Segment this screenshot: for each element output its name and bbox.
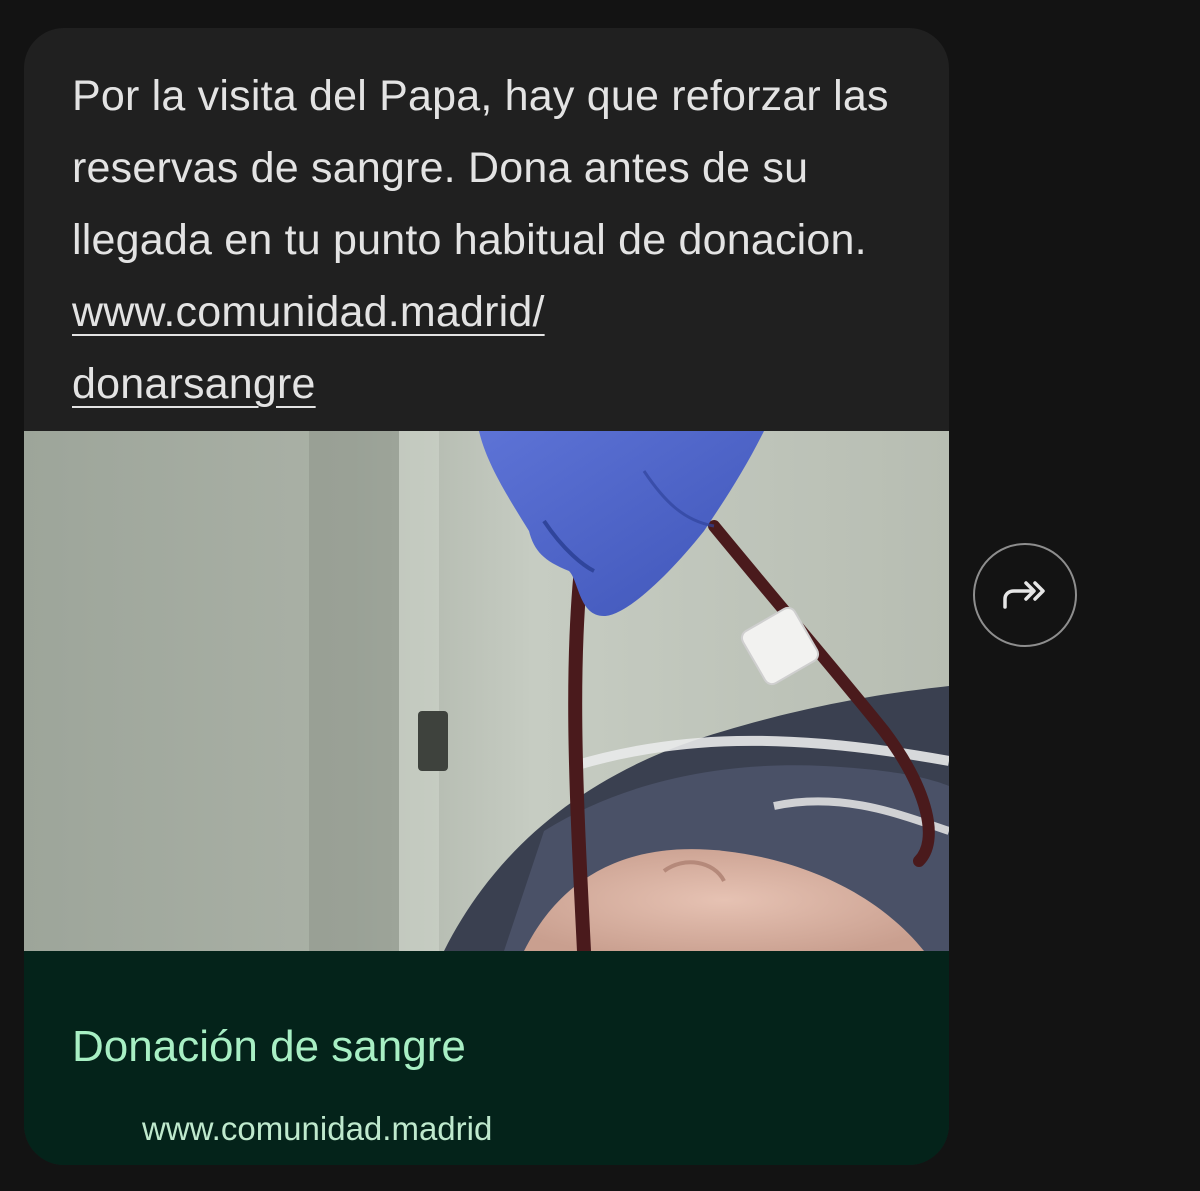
forward-share-icon	[1003, 581, 1045, 609]
link-preview-card[interactable]: Donación de sangre www.comunidad.madrid	[24, 951, 949, 1165]
message-bubble[interactable]: Por la visita del Papa, hay que reforzar…	[24, 28, 949, 1165]
message-body: Por la visita del Papa, hay que reforzar…	[72, 72, 889, 264]
message-text: Por la visita del Papa, hay que reforzar…	[72, 60, 922, 420]
preview-image[interactable]	[24, 431, 949, 951]
preview-title: Donación de sangre	[72, 1022, 466, 1071]
preview-domain: www.comunidad.madrid	[142, 1110, 493, 1147]
message-link[interactable]: www.comunidad.madrid/donarsangre	[72, 288, 545, 408]
share-button[interactable]	[973, 543, 1077, 647]
conversation-screen: Por la visita del Papa, hay que reforzar…	[0, 0, 1200, 1191]
